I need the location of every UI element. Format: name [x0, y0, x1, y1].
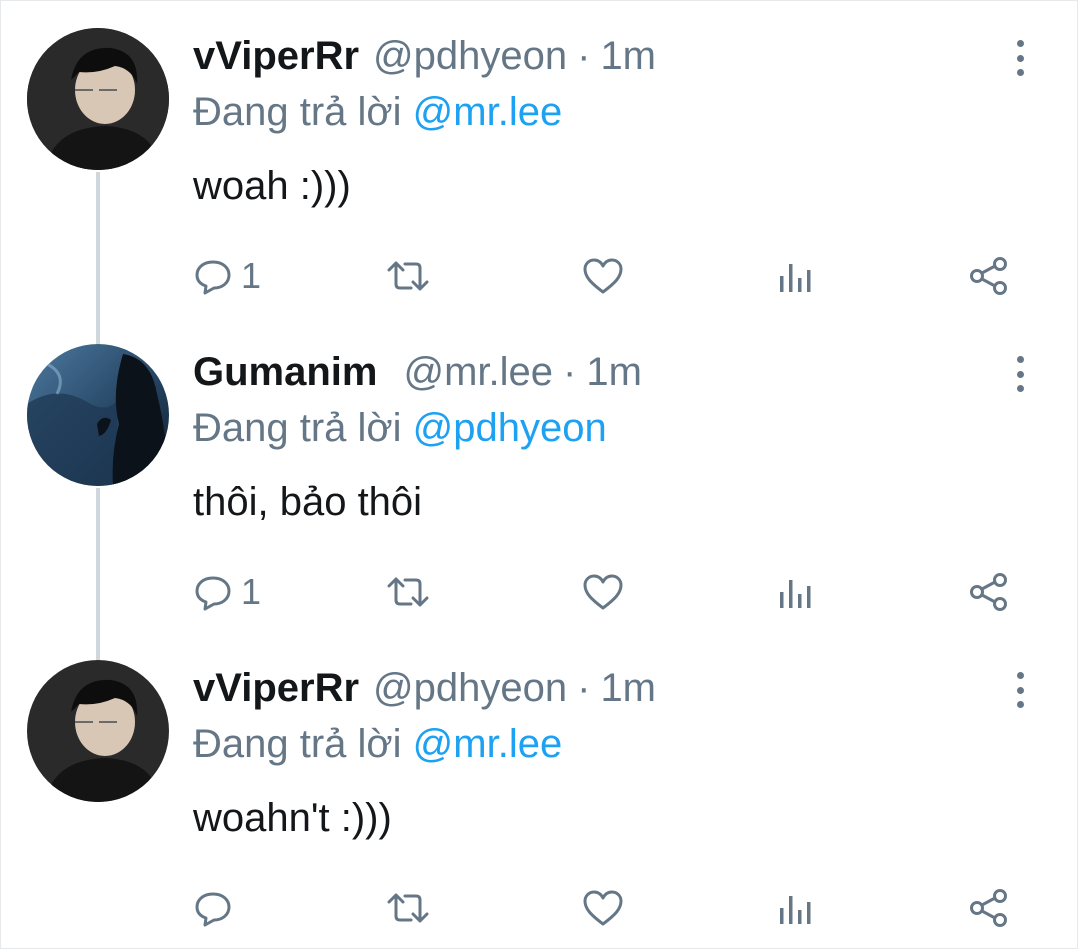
timestamp[interactable]: 1m	[600, 666, 656, 711]
like-button[interactable]	[581, 880, 625, 936]
avatar[interactable]	[27, 28, 169, 170]
replying-to: Đang trả lời @mr.lee	[193, 722, 562, 767]
timestamp[interactable]: 1m	[586, 350, 642, 395]
reply-count: 1	[241, 255, 262, 296]
separator: ·	[577, 34, 591, 78]
share-icon	[970, 573, 1007, 611]
mention-link[interactable]: @pdhyeon	[413, 406, 607, 450]
separator: ·	[577, 666, 591, 710]
share-button[interactable]	[968, 880, 1010, 936]
tweet[interactable]: Gumanim @mr.lee · 1m Đang trả lời @pdhye…	[0, 316, 1080, 634]
reply-count: 1	[241, 571, 262, 612]
tweet-text: woah :)))	[193, 164, 351, 208]
more-options-icon[interactable]	[1008, 40, 1032, 76]
more-options-icon[interactable]	[1008, 672, 1032, 708]
share-button[interactable]	[968, 564, 1010, 620]
retweet-icon	[387, 577, 429, 607]
share-button[interactable]	[968, 248, 1010, 304]
retweet-button[interactable]	[385, 880, 431, 936]
reply-button[interactable]: 1	[193, 248, 261, 304]
tweet-text: thôi, bảo thôi	[193, 480, 423, 524]
like-button[interactable]	[581, 564, 625, 620]
avatar[interactable]	[27, 660, 169, 802]
share-icon	[970, 889, 1007, 927]
mention-link[interactable]: @mr.lee	[413, 722, 563, 766]
tweet-text: woahn't :)))	[193, 796, 392, 840]
replying-to: Đang trả lời @mr.lee	[193, 90, 562, 135]
action-bar	[0, 880, 1080, 936]
retweet-icon	[387, 261, 429, 291]
like-button[interactable]	[581, 248, 625, 304]
user-handle[interactable]: @mr.lee	[403, 350, 553, 395]
reply-icon	[195, 576, 231, 611]
reply-button[interactable]	[193, 880, 241, 936]
tweet-header: vViperRr @pdhyeon · 1m	[193, 34, 656, 86]
replying-to-label: Đang trả lời	[193, 90, 402, 134]
user-handle[interactable]: @pdhyeon	[373, 666, 567, 711]
analytics-button[interactable]	[777, 880, 813, 936]
replying-to-label: Đang trả lời	[193, 406, 402, 450]
tweet[interactable]: vViperRr @pdhyeon · 1m Đang trả lời @mr.…	[0, 0, 1080, 318]
separator: ·	[563, 350, 577, 394]
display-name[interactable]: vViperRr	[193, 34, 359, 79]
like-icon	[583, 258, 623, 294]
analytics-icon	[780, 896, 811, 924]
display-name[interactable]: vViperRr	[193, 666, 359, 711]
more-options-icon[interactable]	[1008, 356, 1032, 392]
analytics-button[interactable]	[777, 248, 813, 304]
tweet[interactable]: vViperRr @pdhyeon · 1m Đang trả lời @mr.…	[0, 632, 1080, 950]
reply-icon	[195, 260, 231, 295]
timestamp[interactable]: 1m	[600, 34, 656, 79]
tweet-header: Gumanim @mr.lee · 1m	[193, 350, 642, 402]
tweet-header: vViperRr @pdhyeon · 1m	[193, 666, 656, 718]
like-icon	[583, 890, 623, 926]
reply-icon	[195, 892, 231, 927]
retweet-button[interactable]	[385, 248, 431, 304]
mention-link[interactable]: @mr.lee	[413, 90, 563, 134]
retweet-icon	[387, 893, 429, 923]
analytics-button[interactable]	[777, 564, 813, 620]
like-icon	[583, 574, 623, 610]
replying-to-label: Đang trả lời	[193, 722, 402, 766]
avatar[interactable]	[27, 344, 169, 486]
replying-to: Đang trả lời @pdhyeon	[193, 406, 607, 451]
action-bar: 1	[0, 248, 1080, 304]
retweet-button[interactable]	[385, 564, 431, 620]
analytics-icon	[780, 580, 811, 608]
display-name[interactable]: Gumanim	[193, 350, 377, 395]
user-handle[interactable]: @pdhyeon	[373, 34, 567, 79]
analytics-icon	[780, 264, 811, 292]
reply-button[interactable]: 1	[193, 564, 261, 620]
action-bar: 1	[0, 564, 1080, 620]
share-icon	[970, 257, 1007, 295]
